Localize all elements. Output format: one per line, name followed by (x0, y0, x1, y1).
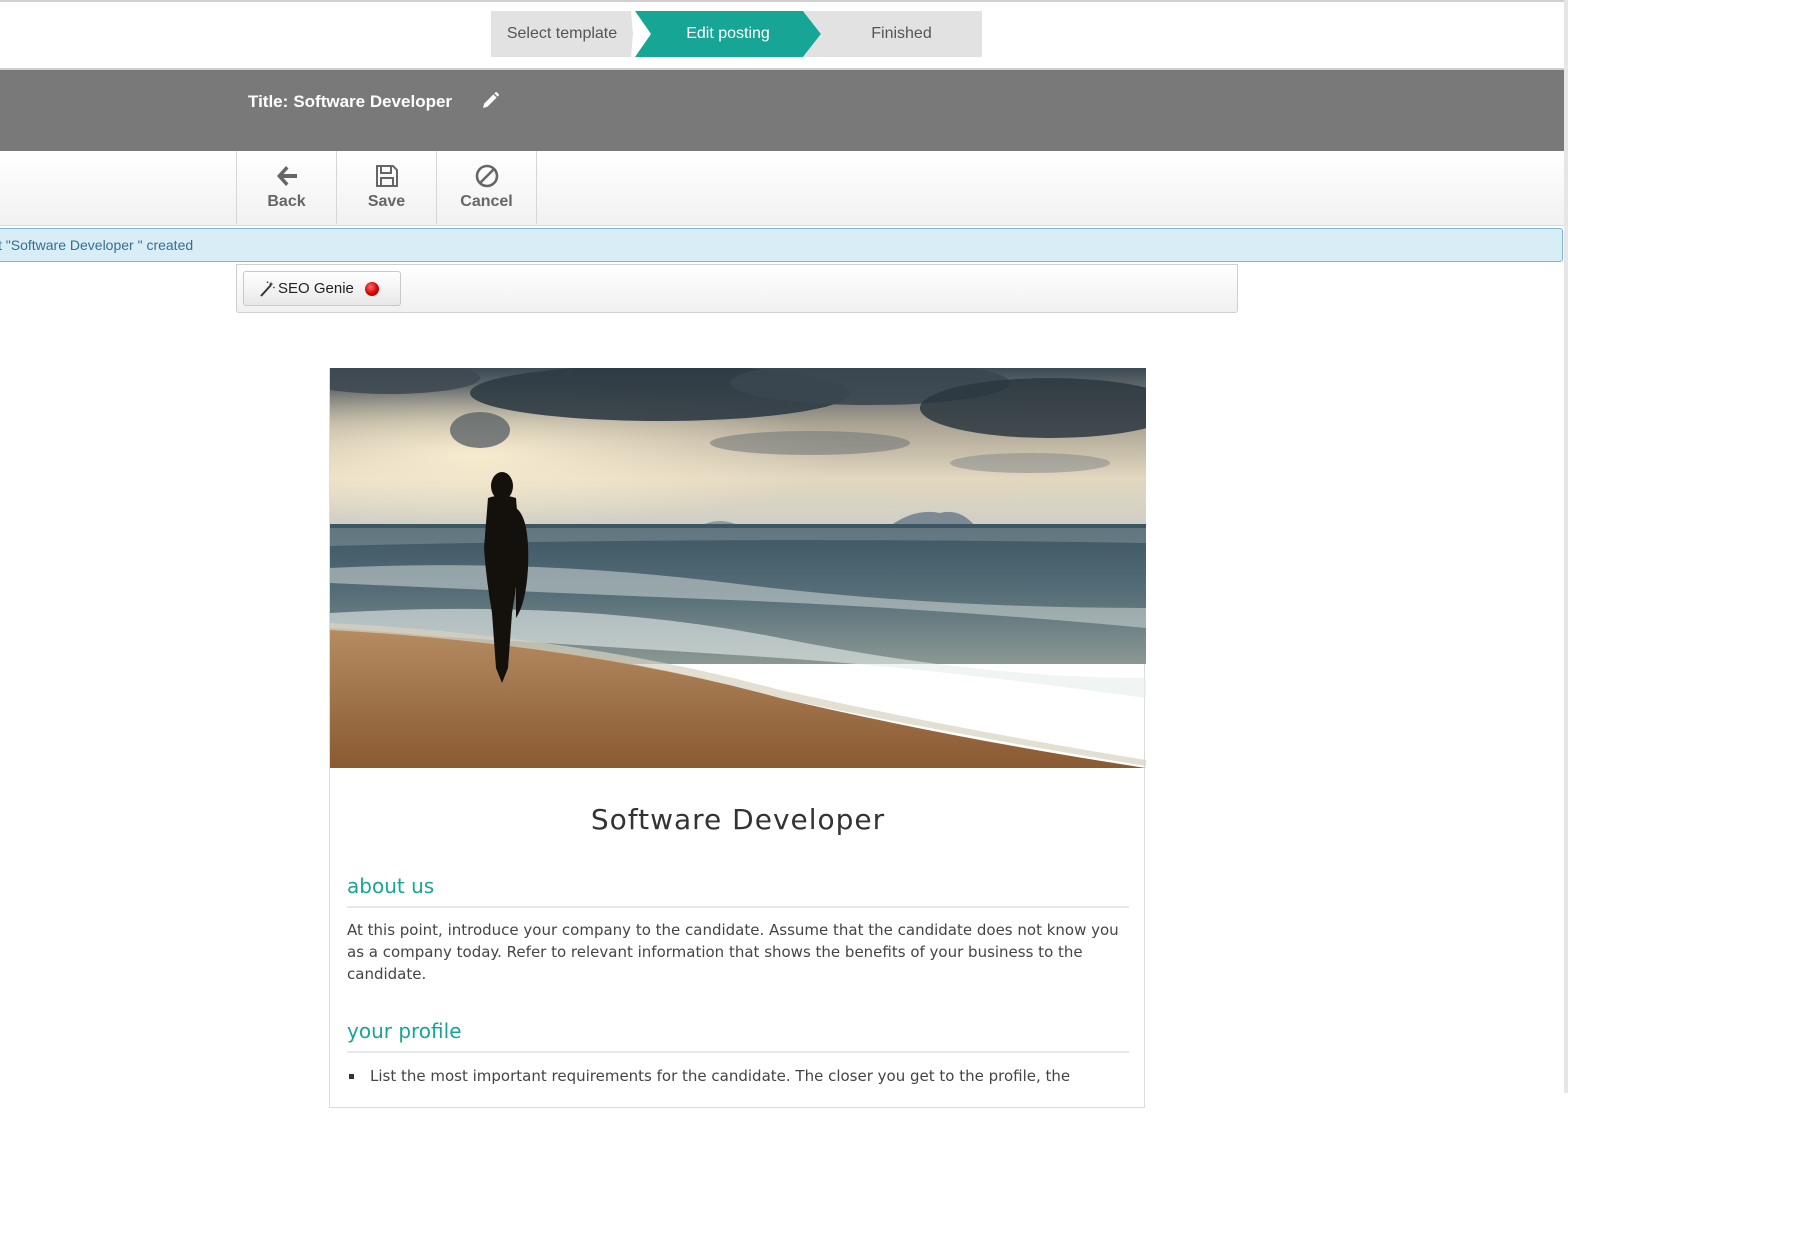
alert-message: t "Software Developer " created (0, 237, 194, 253)
cancel-label: Cancel (460, 193, 513, 210)
about-us-heading: about us (347, 874, 1129, 908)
seo-toolbar: SEO Genie (236, 264, 1238, 313)
title-label: Title: (248, 92, 289, 111)
window-scrollbar-edge (1564, 0, 1568, 1093)
step-select-template[interactable]: Select template (491, 11, 633, 57)
action-toolbar: Back Save Cancel (0, 151, 1564, 226)
title-value: Software Developer (293, 92, 453, 111)
list-item: List the most important requirements for… (347, 1065, 1129, 1087)
your-profile-heading: your profile (347, 1019, 1129, 1053)
cancel-button[interactable]: Cancel (436, 151, 537, 224)
step-label: Select template (506, 25, 618, 42)
about-us-text: At this point, introduce your company to… (347, 921, 1119, 983)
profile-list: List the most important requirements for… (347, 1065, 1129, 1087)
posting-preview: Software Developer about us At this poin… (329, 368, 1146, 1108)
save-label: Save (367, 193, 406, 210)
wizard-steps: Select template Edit posting Finished (491, 11, 982, 57)
step-finished[interactable]: Finished (803, 11, 982, 57)
step-label: Finished (871, 25, 932, 42)
step-label: Edit posting (686, 25, 770, 42)
title-bar: Title: Software Developer (0, 68, 1564, 151)
arrow-left-icon (276, 166, 297, 186)
ban-icon (475, 164, 498, 188)
top-border (0, 0, 1568, 2)
pencil-icon[interactable] (480, 91, 500, 111)
seo-genie-label: SEO Genie (278, 280, 354, 297)
step-edit-posting[interactable]: Edit posting (635, 11, 821, 57)
beach-scene-image (330, 368, 1146, 768)
seo-genie-button[interactable]: SEO Genie (243, 271, 401, 306)
back-label: Back (267, 193, 306, 210)
floppy-disk-icon (375, 165, 398, 187)
job-title: Software Developer (590, 803, 886, 836)
seo-status-indicator (364, 281, 379, 296)
success-alert: t "Software Developer " created (0, 228, 1563, 262)
page-title: Title: Software Developer (248, 92, 452, 112)
back-button[interactable]: Back (236, 151, 336, 224)
save-button[interactable]: Save (336, 151, 436, 224)
magic-wand-icon (260, 280, 275, 297)
hero-image (330, 368, 1146, 768)
